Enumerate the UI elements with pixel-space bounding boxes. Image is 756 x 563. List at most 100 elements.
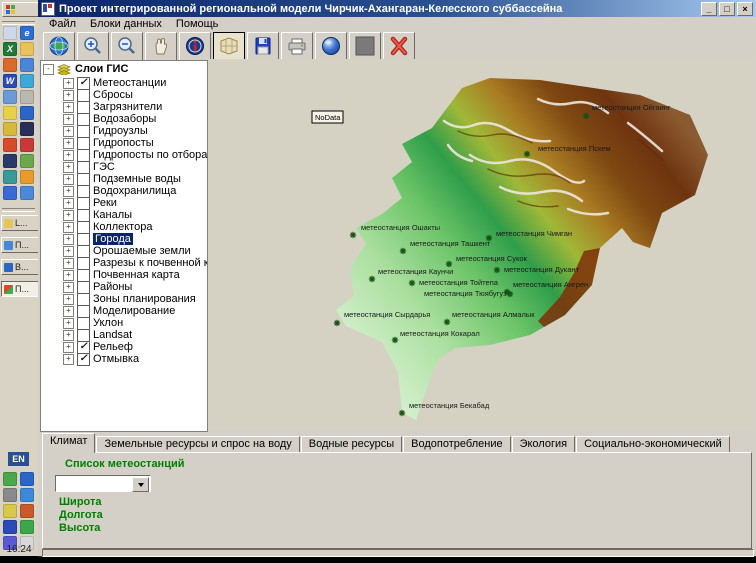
menu-help[interactable]: Помощь xyxy=(170,18,225,30)
expand-icon[interactable]: + xyxy=(63,281,74,293)
tray-icon-5[interactable] xyxy=(3,504,17,518)
task-button-1[interactable]: L... xyxy=(1,215,40,231)
expand-icon[interactable]: + xyxy=(63,161,74,173)
folder-icon[interactable] xyxy=(20,42,34,56)
tree-item-podzemnye-vody[interactable]: + Подземные воды xyxy=(41,172,207,186)
menu-file[interactable]: Файл xyxy=(43,18,82,30)
app-icon-10[interactable] xyxy=(20,90,34,104)
exit-button[interactable] xyxy=(383,31,415,61)
tree-item-pochvennaya-karta[interactable]: + Почвенная карта xyxy=(41,268,207,282)
expand-icon[interactable]: + xyxy=(63,233,74,245)
tree-item-otmyvka[interactable]: + ✓ Отмывка xyxy=(41,352,207,366)
tree-root[interactable]: - Слои ГИС xyxy=(41,63,207,76)
tray-icon-2[interactable] xyxy=(20,472,34,486)
expand-icon[interactable]: + xyxy=(63,113,74,125)
app-icon-13[interactable] xyxy=(3,122,17,136)
expand-icon[interactable]: + xyxy=(63,329,74,341)
menu-data-blocks[interactable]: Блоки данных xyxy=(84,18,168,30)
collapse-icon[interactable]: - xyxy=(43,63,54,75)
station-tojtepa[interactable]: метеостанция Тойтепа xyxy=(408,278,499,287)
pan-button[interactable] xyxy=(145,31,177,61)
tree-item-razrezy-k-pochvennoj-karte[interactable]: +Разрезы к почвенной карте xyxy=(41,256,207,270)
save-button[interactable] xyxy=(247,31,279,61)
tree-item-gidroposty[interactable]: + Гидропосты xyxy=(41,136,207,150)
blank-tool-button[interactable] xyxy=(349,31,381,61)
app-icon-19[interactable] xyxy=(3,170,17,184)
tree-item-vodozabory[interactable]: + Водозаборы xyxy=(41,112,207,126)
full-extent-button[interactable] xyxy=(43,31,75,61)
expand-icon[interactable]: + xyxy=(63,257,74,269)
app-icon-8[interactable] xyxy=(20,74,34,88)
tray-icon-6[interactable] xyxy=(20,504,34,518)
station-combobox[interactable] xyxy=(55,475,151,492)
tree-item-relief[interactable]: + ✓ Рельеф xyxy=(41,340,207,354)
tree-item-oroshaemye-zemli[interactable]: + Орошаемые земли xyxy=(41,244,207,258)
ie-icon[interactable]: e xyxy=(20,26,34,40)
tray-icon-8[interactable] xyxy=(20,520,34,534)
tab-ekologiya[interactable]: Экология xyxy=(511,436,576,453)
print-button[interactable] xyxy=(281,31,313,61)
tree-item-goroda[interactable]: + Города xyxy=(41,232,207,246)
tree-item-landsat[interactable]: + Landsat xyxy=(41,328,207,342)
zoom-in-button[interactable] xyxy=(77,31,109,61)
word-icon[interactable]: W xyxy=(3,74,17,88)
map-canvas[interactable]: NoData метеостанция Ойгаинг метеостанция… xyxy=(208,59,754,430)
tree-item-gidroposty-po-otboram[interactable]: + Гидропосты по отборам xyxy=(41,148,207,162)
gis-layers-tree[interactable]: - Слои ГИС + ✓ Метеостанции + Сбросы + Загря… xyxy=(40,60,208,432)
globe-tool-button[interactable] xyxy=(315,31,347,61)
tray-icon-4[interactable] xyxy=(20,488,34,502)
app-icon-22[interactable] xyxy=(20,186,34,200)
expand-icon[interactable]: + xyxy=(63,197,74,209)
app-icon-1[interactable] xyxy=(3,26,17,40)
zoom-out-button[interactable] xyxy=(111,31,143,61)
tree-item-zagryazniteli[interactable]: + Загрязнители xyxy=(41,100,207,114)
tree-item-gidrouzly[interactable]: + Гидроузлы xyxy=(41,124,207,138)
expand-icon[interactable]: + xyxy=(63,245,74,257)
tree-item-kanaly[interactable]: + Каналы xyxy=(41,208,207,222)
tray-icon-7[interactable] xyxy=(3,520,17,534)
tray-icon-3[interactable] xyxy=(3,488,17,502)
expand-icon[interactable]: + xyxy=(63,305,74,317)
language-indicator[interactable]: EN xyxy=(8,452,29,466)
task-button-2[interactable]: П... xyxy=(1,237,40,253)
expand-icon[interactable]: + xyxy=(63,89,74,101)
tree-item-uklon[interactable]: + Уклон xyxy=(41,316,207,330)
tree-item-kollektora[interactable]: + Коллектора xyxy=(41,220,207,234)
expand-icon[interactable]: + xyxy=(63,341,74,353)
excel-icon[interactable]: X xyxy=(3,42,17,56)
station-dukant[interactable]: метеостанция Дукант xyxy=(493,265,580,274)
app-icon-21[interactable] xyxy=(3,186,17,200)
tray-icon-1[interactable] xyxy=(3,472,17,486)
app-icon-18[interactable] xyxy=(20,154,34,168)
expand-icon[interactable]: + xyxy=(63,137,74,149)
expand-icon[interactable]: + xyxy=(63,293,74,305)
tree-item-vodokhranilishcha[interactable]: + Водохранилища xyxy=(41,184,207,198)
titlebar[interactable]: Проект интегрированной региональной моде… xyxy=(38,0,756,17)
app-icon-9[interactable] xyxy=(3,90,17,104)
tab-zemelnye-resursy[interactable]: Земельные ресурсы и спрос на воду xyxy=(96,436,300,453)
expand-icon[interactable]: + xyxy=(63,125,74,137)
app-icon-14[interactable] xyxy=(20,122,34,136)
expand-icon[interactable]: + xyxy=(63,221,74,233)
app-icon-12[interactable] xyxy=(20,106,34,120)
tab-vodnye-resursy[interactable]: Водные ресурсы xyxy=(300,436,403,453)
tree-item-ges[interactable]: + ГЭС xyxy=(41,160,207,174)
app-icon-15[interactable] xyxy=(3,138,17,152)
expand-icon[interactable]: + xyxy=(63,353,74,365)
close-button[interactable]: × xyxy=(737,2,753,16)
app-icon-16[interactable] xyxy=(20,138,34,152)
tab-klimat[interactable]: Климат xyxy=(42,433,96,453)
expand-icon[interactable]: + xyxy=(63,149,74,161)
expand-icon[interactable]: + xyxy=(63,101,74,113)
map-view-button[interactable] xyxy=(213,31,245,61)
app-icon-17[interactable] xyxy=(3,154,17,168)
tree-item-rajony[interactable]: + Районы xyxy=(41,280,207,294)
start-button[interactable] xyxy=(2,2,39,17)
tree-item-meteostantsii[interactable]: + ✓ Метеостанции xyxy=(41,76,207,90)
tab-vodopotreblenie[interactable]: Водопотребление xyxy=(403,436,511,453)
app-icon-11[interactable] xyxy=(3,106,17,120)
app-icon-6[interactable] xyxy=(20,58,34,72)
expand-icon[interactable]: + xyxy=(63,209,74,221)
task-button-active[interactable]: П... xyxy=(1,281,40,297)
tree-item-reki[interactable]: + Реки xyxy=(41,196,207,210)
